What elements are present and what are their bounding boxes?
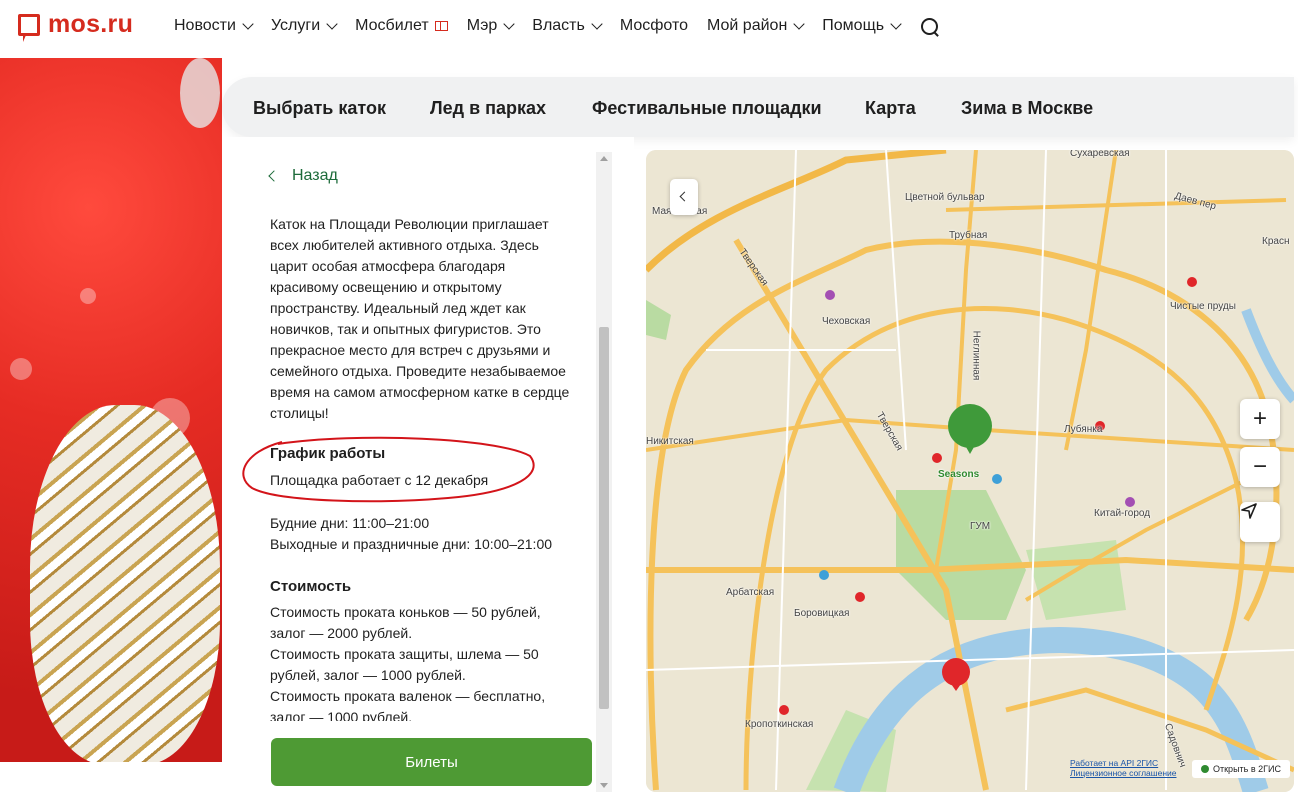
back-link[interactable]: Назад	[268, 167, 338, 185]
nav-mosfoto[interactable]: Мосфото	[620, 17, 688, 35]
map-label-arbatskaya: Арбатская	[726, 587, 775, 598]
open-in-2gis-button[interactable]: Открыть в 2ГИС	[1192, 760, 1290, 778]
nav-label: Мосбилет	[355, 17, 429, 34]
nav-label: Услуги	[270, 17, 321, 34]
logo-icon	[18, 13, 40, 42]
tab-map[interactable]: Карта	[865, 98, 916, 119]
rink-description: Каток на Площади Революции приглашает вс…	[270, 214, 580, 424]
map-label-neglinnaya: Неглинная	[970, 330, 982, 381]
logo-text: mos.ru	[48, 10, 134, 38]
tab-ice-in-parks[interactable]: Лед в парках	[430, 98, 546, 119]
nav-label: Помощь	[822, 17, 885, 34]
attribution-api[interactable]: Работает на API 2ГИС	[1070, 758, 1177, 768]
map-label-gum: ГУМ	[970, 521, 991, 532]
weekdays-hours: Будние дни: 11:00–21:00	[270, 515, 430, 531]
nav-label: Мэр	[466, 17, 498, 34]
map-label-chistye-prudy: Чистые пруды	[1170, 301, 1236, 312]
navigation-arrow-icon	[1241, 503, 1257, 519]
chevron-down-icon	[591, 18, 603, 30]
rink-info-panel: Назад Каток на Площади Революции приглаш…	[222, 137, 634, 806]
locate-me-button[interactable]	[1240, 502, 1280, 542]
map-label-seasons: Seasons	[938, 469, 980, 480]
scroll-down-arrow-icon[interactable]	[600, 783, 608, 788]
map-label-kropotkinskaya: Кропоткинская	[745, 719, 814, 730]
right-edge	[1294, 58, 1298, 806]
description-line: пространству. Идеальный лед ждет как	[270, 300, 526, 316]
nav-uslugi[interactable]: Услуги	[270, 17, 338, 35]
tab-winter-in-moscow[interactable]: Зима в Москве	[961, 98, 1093, 119]
map-view[interactable]: Сухаревская Цветной бульвар Трубная Даев…	[646, 150, 1294, 792]
tab-festival-sites[interactable]: Фестивальные площадки	[592, 98, 822, 119]
description-line: всех любителей активного отдыха. Здесь	[270, 237, 539, 253]
map-label-sukharevskaya: Сухаревская	[1070, 150, 1130, 159]
cost-line: залог — 1000 рублей.	[270, 709, 413, 721]
mos-ru-logo[interactable]: mos.ru	[18, 10, 134, 42]
map-label-kitay-gorod: Китай-город	[1094, 508, 1151, 519]
tab-choose-rink[interactable]: Выбрать каток	[253, 98, 386, 119]
description-line: время на самом атмосферном катке в сердц…	[270, 384, 570, 400]
2gis-logo-icon	[1201, 765, 1209, 773]
cost-line: Стоимость проката валенок — бесплатно,	[270, 688, 546, 704]
description-line: Каток на Площади Революции приглашает	[270, 216, 549, 232]
description-line: семейного отдыха. Проведите незабываемое	[270, 363, 566, 379]
map-label-lubyanka: Лубянка	[1064, 424, 1103, 435]
description-line: прекрасное место для встреч с друзьями и	[270, 342, 551, 358]
nav-label: Мосфото	[619, 17, 689, 34]
nav-label: Власть	[532, 17, 585, 34]
chevron-down-icon	[890, 18, 902, 30]
zoom-in-button[interactable]: +	[1240, 399, 1280, 439]
map-label-nikitskaya: Никитская	[646, 436, 694, 447]
bokeh-light	[10, 358, 32, 380]
map-label-krasn: Красн	[1262, 236, 1290, 247]
nav-label: Мой район	[707, 17, 788, 34]
nav-mosbilet[interactable]: Мосбилет	[355, 17, 448, 35]
open-in-2gis-label: Открыть в 2ГИС	[1213, 764, 1281, 774]
ornament	[180, 58, 220, 128]
attribution-license[interactable]: Лицензионное соглашение	[1070, 768, 1177, 778]
description-line: столицы!	[270, 405, 329, 421]
bottom-strip	[0, 762, 222, 806]
nav-novosti[interactable]: Новости	[174, 17, 254, 35]
section-tabs: Выбрать каток Лед в парках Фестивальные …	[222, 77, 1294, 137]
nav-pomosh[interactable]: Помощь	[822, 17, 902, 35]
chevron-down-icon	[503, 18, 515, 30]
ticket-icon	[434, 21, 448, 31]
hand-drawn-annotation-ellipse	[242, 436, 535, 503]
chevron-down-icon	[326, 18, 338, 30]
nav-label: Новости	[174, 17, 236, 34]
tickets-button[interactable]: Билеты	[271, 738, 592, 786]
weekends-hours: Выходные и праздничные дни: 10:00–21:00	[270, 536, 553, 552]
collapse-panel-button[interactable]	[670, 179, 698, 215]
chevron-down-icon	[793, 18, 805, 30]
map-label-borovitskaya: Боровицкая	[794, 608, 850, 619]
map-attribution[interactable]: Работает на API 2ГИС Лицензионное соглаш…	[1070, 758, 1177, 778]
description-line: новичков, так и опытных фигуристов. Это	[270, 321, 541, 337]
description-line: царит особая атмосфера благодаря	[270, 258, 506, 274]
chevron-left-icon	[268, 170, 280, 182]
cost-details: Стоимость проката коньков — 50 рублей, з…	[270, 602, 580, 721]
main-nav: Новости Услуги Мосбилет Мэр Власть Мосфо…	[174, 17, 939, 35]
map-label-chekhovskaya: Чеховская	[822, 316, 871, 327]
nav-mer[interactable]: Мэр	[466, 17, 515, 35]
bokeh-light	[80, 288, 96, 304]
map-label-tsvetnoy: Цветной бульвар	[905, 192, 985, 203]
scrollbar-thumb[interactable]	[599, 327, 609, 709]
scroll-up-arrow-icon[interactable]	[600, 156, 608, 161]
search-icon[interactable]	[921, 17, 939, 35]
cost-line: Стоимость проката защиты, шлема — 50	[270, 646, 539, 662]
back-label: Назад	[292, 167, 338, 184]
nav-vlast[interactable]: Власть	[532, 17, 603, 35]
map-label-trubnaya: Трубная	[949, 230, 988, 241]
cost-line: залог — 2000 рублей.	[270, 625, 413, 641]
description-line: красивому освещению и открытому	[270, 279, 502, 295]
chevron-down-icon	[242, 18, 254, 30]
cost-title: Стоимость	[270, 578, 352, 595]
pine-cone-decoration	[30, 405, 220, 765]
cost-line: рублей, залог — 1000 рублей.	[270, 667, 466, 683]
nav-moy-rayon[interactable]: Мой район	[707, 17, 805, 35]
top-navigation: mos.ru Новости Услуги Мосбилет Мэр Власт…	[0, 0, 1298, 58]
zoom-out-button[interactable]: −	[1240, 447, 1280, 487]
panel-scrollbar[interactable]	[596, 152, 612, 792]
cost-line: Стоимость проката коньков — 50 рублей,	[270, 604, 541, 620]
